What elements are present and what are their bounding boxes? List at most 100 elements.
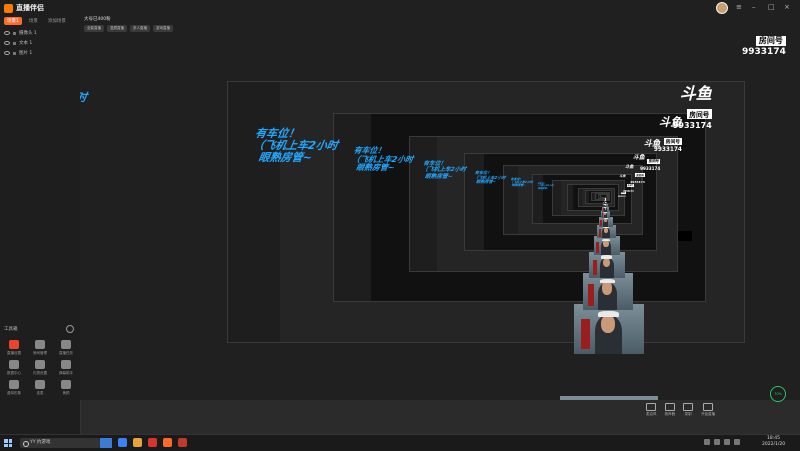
app-name: 直播伴侣	[16, 4, 44, 12]
overlay-caption: 有车位！ （飞机上车2小时 眼熟房管~	[349, 146, 414, 173]
live-title[interactable]: 大号已400粉	[84, 16, 111, 22]
preview-canvas[interactable]: 有车位！ （飞机上车2小时 眼熟房管~ 有车位！ （飞机上车2小时 眼熟房管~ 有车…	[80, 36, 800, 400]
douyu-logo: 斗鱼	[625, 165, 634, 171]
avatar-icon	[9, 380, 19, 389]
source-item-camera[interactable]: 摄像头 1	[4, 28, 37, 38]
source-item-text[interactable]: 文本 1	[4, 38, 37, 48]
status-badge: 70%	[770, 386, 786, 402]
app-icon[interactable]	[178, 438, 187, 447]
control-label: 扬声器	[664, 412, 676, 416]
tool-label: 数据中心	[7, 371, 21, 375]
folder-icon[interactable]	[133, 438, 142, 447]
douyu-logo: 斗鱼	[619, 173, 626, 178]
webcam-feed	[593, 236, 620, 255]
webcam-feed	[574, 303, 645, 355]
mode-pill[interactable]: 竖屏直播	[107, 25, 127, 32]
room-tag: 房间号	[686, 109, 712, 120]
top-header: 大号已400粉 全能直播 竖屏直播 多人直播 游戏直播 ≡ – □ ×	[80, 0, 800, 37]
lock-icon[interactable]	[13, 41, 16, 45]
webcam-feed	[589, 251, 626, 278]
eye-icon[interactable]	[4, 51, 10, 55]
mic-button[interactable]: 麦克风	[646, 403, 657, 417]
tool-room-manage[interactable]: 房间管理	[28, 340, 52, 356]
tool-live-settings[interactable]: 直播设置	[2, 340, 26, 356]
tab-scene-2[interactable]: 场景	[26, 17, 41, 25]
tool-label: 美颜	[62, 391, 70, 395]
tool-danmaku[interactable]: 弹幕助手	[54, 360, 78, 376]
control-label: 开始直播	[701, 412, 715, 416]
scene-tabs: 场景1 场景 添加场景	[4, 17, 69, 25]
tool-live-task[interactable]: 直播任务	[54, 340, 78, 356]
close-icon[interactable]: ×	[784, 3, 790, 11]
chat-icon	[61, 360, 71, 369]
webcam-feed	[596, 224, 616, 239]
taskbar-clock[interactable]: 18:45 2022/1/20	[762, 436, 785, 448]
taskbar-search[interactable]: YY 约游戏	[20, 438, 100, 448]
windows-taskbar: YY 约游戏 18:45 2022/1/20	[0, 434, 800, 451]
live-app-icon[interactable]	[163, 438, 172, 447]
left-panel: 直播伴侣 场景1 场景 添加场景 摄像头 1 文本 1 图片 1 工具箱 直播设…	[0, 0, 81, 434]
overlay-caption: 有车位！ （飞机上车2小时 眼熟房管~	[421, 160, 467, 180]
nested-left-panel	[553, 180, 561, 216]
tool-avatar[interactable]: 虚拟形象	[2, 380, 26, 396]
nested-left-panel	[464, 154, 485, 250]
obs-app-window: 直播伴侣 场景1 场景 添加场景 摄像头 1 文本 1 图片 1 工具箱 直播设…	[0, 0, 800, 434]
webcam-feed	[600, 210, 611, 219]
webcam-feed	[599, 216, 613, 227]
record-button[interactable]: 录制	[683, 403, 693, 417]
webcam-feed	[604, 198, 606, 200]
clock-date: 2022/1/20	[762, 442, 786, 447]
eye-icon[interactable]	[4, 31, 10, 35]
douyu-room-badge-main: 斗鱼房间号9933174	[742, 36, 786, 57]
go-live-button[interactable]: 开始直播	[701, 403, 715, 417]
tool-data-center[interactable]: 数据中心	[2, 360, 26, 376]
avatar[interactable]	[716, 2, 728, 14]
tab-scene-1[interactable]: 场景1	[4, 17, 22, 25]
lock-icon[interactable]	[13, 51, 16, 55]
browser-icon[interactable]	[118, 438, 127, 447]
battery-icon[interactable]	[724, 439, 730, 445]
search-go-button[interactable]	[100, 438, 112, 448]
mode-pill[interactable]: 全能直播	[84, 25, 104, 32]
nested-preview-frame	[599, 194, 607, 199]
ime-icon[interactable]	[734, 439, 740, 445]
webcam-feed	[582, 273, 634, 310]
mode-pill[interactable]: 游戏直播	[153, 25, 173, 32]
speaker-button[interactable]: 扬声器	[664, 403, 676, 417]
webcam-feed	[604, 198, 607, 201]
tab-add-scene[interactable]: 添加场景	[45, 17, 69, 25]
toolbox-title: 工具箱	[4, 327, 18, 332]
room-tag: 房间号	[635, 172, 645, 177]
douyu-logo: 斗鱼	[658, 114, 682, 129]
source-label: 图片 1	[19, 51, 33, 56]
tool-co-host[interactable]: 连麦	[28, 380, 52, 396]
search-icon	[23, 441, 29, 447]
network-icon[interactable]	[704, 439, 710, 445]
source-item-image[interactable]: 图片 1	[4, 48, 37, 58]
start-icon[interactable]	[4, 439, 12, 447]
gift-icon	[35, 360, 45, 369]
tool-beauty[interactable]: 美颜	[54, 380, 78, 396]
maximize-icon[interactable]: □	[768, 3, 775, 11]
tool-gift-settings[interactable]: 礼物设置	[28, 360, 52, 376]
room-number: 9933174	[618, 196, 626, 198]
tool-label: 房间管理	[33, 351, 47, 355]
minimize-icon[interactable]: –	[752, 3, 756, 11]
logo-icon	[4, 3, 13, 13]
nested-left-panel	[600, 195, 602, 198]
app-icon[interactable]	[148, 438, 157, 447]
nested-left-panel	[568, 185, 574, 210]
eye-icon[interactable]	[4, 41, 10, 45]
control-label: 麦克风	[646, 412, 657, 416]
chart-icon	[9, 360, 19, 369]
mode-pill[interactable]: 多人直播	[130, 25, 150, 32]
volume-icon[interactable]	[714, 439, 720, 445]
settings-icon[interactable]	[66, 325, 74, 333]
webcam-feed	[603, 201, 608, 205]
tool-label: 弹幕助手	[59, 371, 73, 375]
menu-icon[interactable]: ≡	[736, 3, 742, 11]
lock-icon[interactable]	[13, 31, 16, 35]
mode-pills: 全能直播 竖屏直播 多人直播 游戏直播	[84, 25, 173, 32]
room-tag: 房间号	[620, 191, 626, 194]
room-tag: 房间号	[663, 138, 682, 146]
